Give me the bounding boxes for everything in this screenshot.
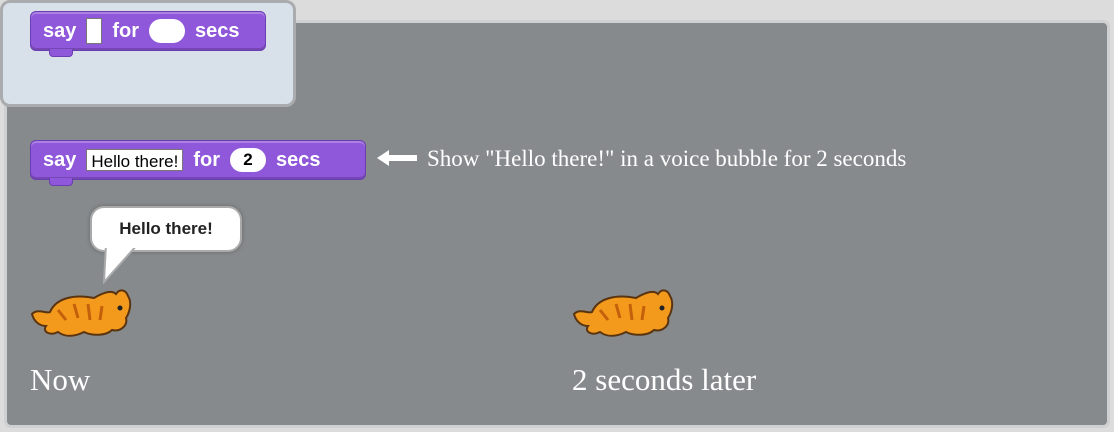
message-input-slot[interactable] <box>86 18 103 44</box>
message-input[interactable]: Hello there! <box>86 149 184 171</box>
block-secs-label: secs <box>195 19 240 42</box>
palette-say-for-secs-block[interactable]: say for secs <box>30 11 266 57</box>
seconds-input-slot[interactable] <box>149 19 186 43</box>
cat-sprite-icon <box>572 289 674 337</box>
block-palette-card: say for secs <box>0 0 296 107</box>
caption-now: Now <box>30 362 91 397</box>
caption-later: 2 seconds later <box>572 362 757 397</box>
example-say-for-secs-block[interactable]: say Hello there! for 2 secs <box>30 140 366 186</box>
block-for-label: for <box>112 19 140 42</box>
block-say-label: say <box>43 19 77 42</box>
block-secs-label: secs <box>275 148 321 171</box>
block-say-label: say <box>43 148 77 171</box>
block-description: Show "Hello there!" in a voice bubble fo… <box>427 146 907 171</box>
speech-bubble-text: Hello there! <box>119 219 213 238</box>
block-for-label: for <box>193 148 220 171</box>
seconds-input[interactable]: 2 <box>229 148 266 172</box>
cat-sprite-icon <box>30 289 132 337</box>
speech-bubble-tail <box>102 244 140 284</box>
left-arrow-icon <box>377 150 417 166</box>
